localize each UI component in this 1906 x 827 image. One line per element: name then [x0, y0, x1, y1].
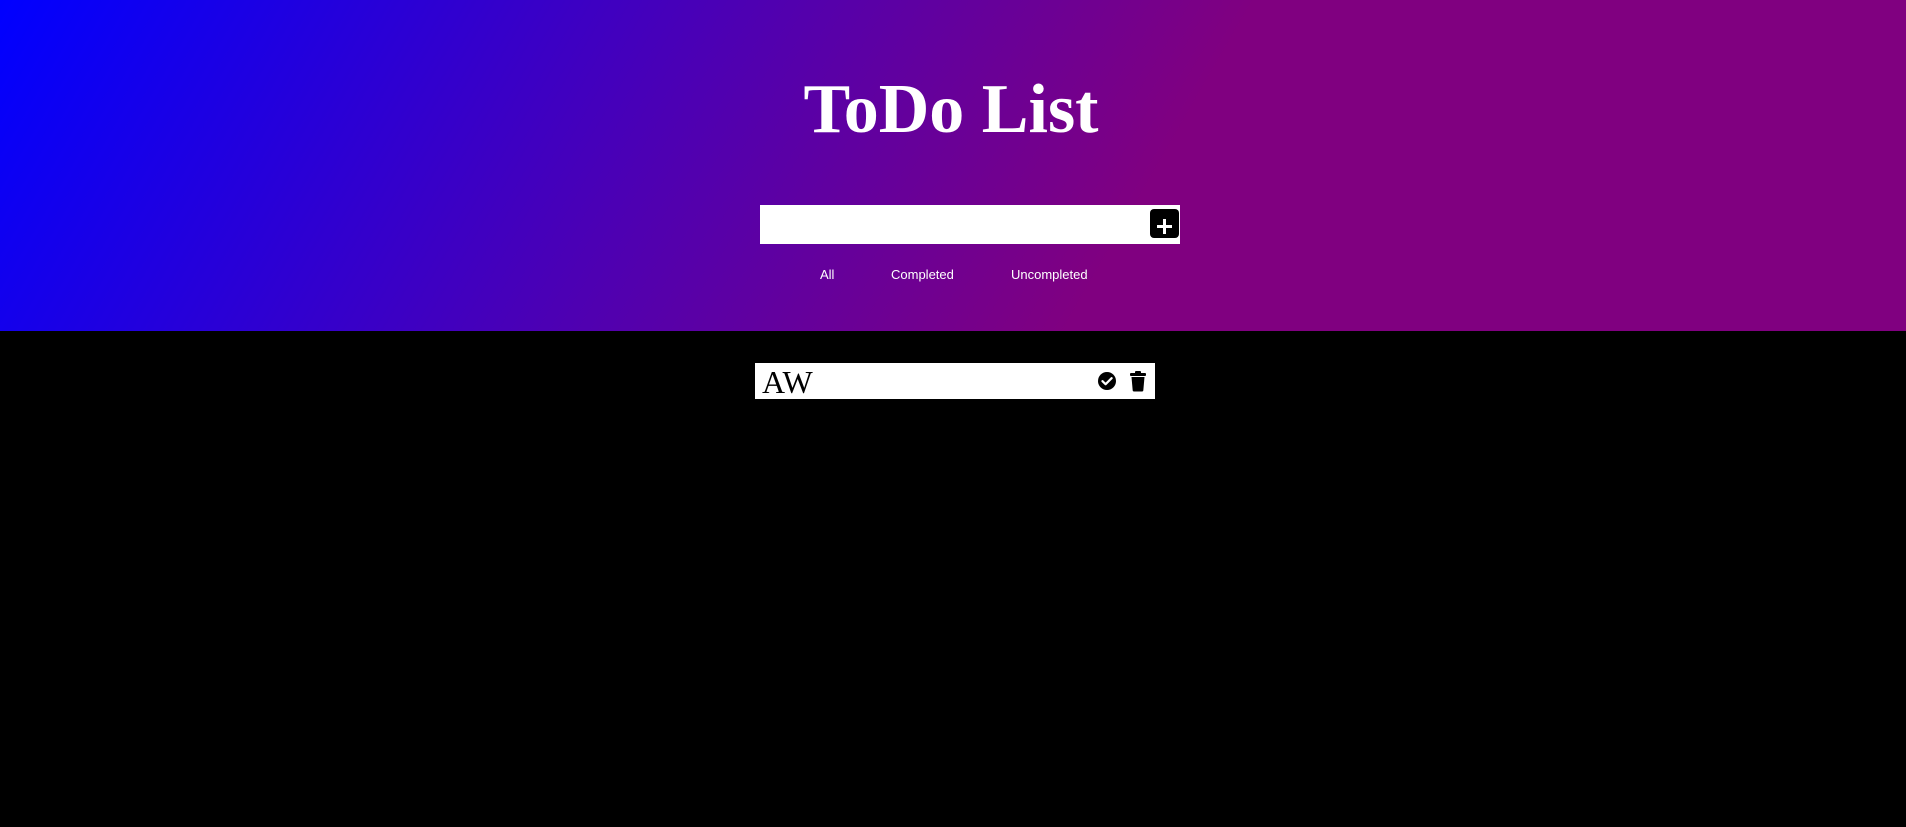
todo-form — [760, 205, 1180, 244]
add-todo-button[interactable] — [1150, 209, 1179, 238]
filter-uncompleted[interactable]: Uncompleted — [1011, 267, 1088, 283]
todo-text: AW — [762, 364, 813, 400]
check-circle-icon — [1098, 372, 1116, 390]
filter-all[interactable]: All — [820, 267, 834, 283]
todo-input[interactable] — [760, 205, 1144, 244]
plus-icon — [1157, 219, 1172, 234]
trash-icon — [1130, 371, 1146, 392]
filter-completed[interactable]: Completed — [891, 267, 954, 283]
page-title: ToDo List — [803, 71, 1099, 148]
header: ToDo List All Completed Uncompleted — [0, 0, 1906, 331]
filter-options: All Completed Uncompleted — [0, 267, 1906, 285]
delete-todo-button[interactable] — [1130, 370, 1146, 392]
todo-item: AW — [755, 363, 1155, 400]
complete-todo-button[interactable] — [1097, 371, 1117, 391]
